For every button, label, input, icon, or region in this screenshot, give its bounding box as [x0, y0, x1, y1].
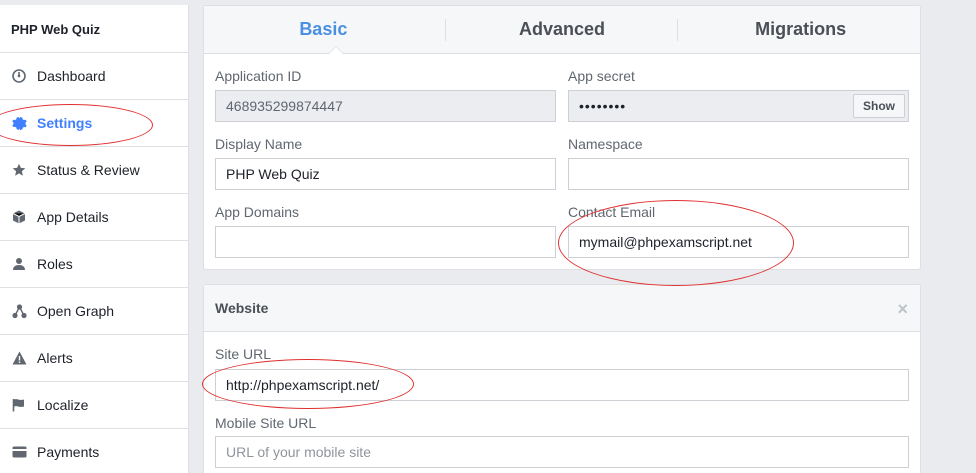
namespace-label: Namespace: [568, 136, 643, 152]
show-secret-button[interactable]: Show: [853, 94, 905, 118]
contact-email-field[interactable]: [568, 226, 909, 258]
tab-divider: [445, 19, 446, 41]
app-id-label: Application ID: [215, 68, 302, 84]
sidebar-item-roles[interactable]: Roles: [0, 241, 188, 288]
tab-basic[interactable]: Basic: [204, 6, 443, 53]
display-name-field[interactable]: [215, 158, 556, 190]
sidebar-item-app-details[interactable]: App Details: [0, 194, 188, 241]
sidebar-item-label: Dashboard: [37, 68, 106, 84]
person-icon: [11, 256, 27, 272]
sidebar-item-label: Roles: [37, 256, 73, 272]
sidebar-item-payments[interactable]: Payments: [0, 429, 188, 473]
settings-tabs: Basic Advanced Migrations: [204, 6, 920, 54]
display-name-input[interactable]: [226, 166, 545, 182]
close-icon[interactable]: ×: [897, 299, 908, 320]
sidebar-item-status-review[interactable]: Status & Review: [0, 147, 188, 194]
app-secret-field: •••••••• Show: [568, 90, 909, 122]
site-url-label: Site URL: [215, 346, 272, 362]
app-id-field: 468935299874447: [215, 90, 556, 122]
star-icon: [11, 162, 27, 178]
site-url-input[interactable]: [226, 377, 898, 393]
sidebar-item-label: Status & Review: [37, 162, 140, 178]
sidebar-item-open-graph[interactable]: Open Graph: [0, 288, 188, 335]
app-domains-label: App Domains: [215, 204, 300, 220]
gear-icon: [11, 115, 27, 131]
mobile-site-url-field[interactable]: [215, 436, 909, 468]
warning-icon: [11, 350, 27, 366]
sidebar-item-label: App Details: [37, 209, 109, 225]
sidebar-item-label: Open Graph: [37, 303, 115, 319]
website-header: Website ×: [204, 285, 920, 332]
app-id-value: 468935299874447: [226, 98, 343, 114]
app-domains-input[interactable]: [226, 234, 545, 250]
cube-icon: [11, 209, 27, 225]
mobile-site-url-input[interactable]: [226, 444, 898, 460]
app-title: PHP Web Quiz: [0, 5, 188, 53]
sidebar-item-localize[interactable]: Localize: [0, 382, 188, 429]
tab-divider: [677, 19, 678, 41]
flag-icon: [11, 397, 27, 413]
mobile-site-url-label: Mobile Site URL: [215, 415, 317, 431]
sidebar-item-label: Settings: [37, 115, 93, 131]
sidebar-item-label: Payments: [37, 444, 100, 460]
contact-email-input[interactable]: [579, 234, 898, 250]
namespace-input[interactable]: [579, 166, 898, 182]
app-secret-label: App secret: [568, 68, 635, 84]
sidebar-item-dashboard[interactable]: Dashboard: [0, 53, 188, 100]
app-secret-masked-value: ••••••••: [579, 98, 627, 114]
tab-advanced[interactable]: Advanced: [443, 6, 682, 53]
dashboard-icon: [11, 68, 27, 84]
contact-email-label: Contact Email: [568, 204, 656, 220]
namespace-field[interactable]: [568, 158, 909, 190]
website-title: Website: [215, 300, 269, 316]
tab-migrations[interactable]: Migrations: [681, 6, 920, 53]
graph-icon: [11, 303, 27, 319]
website-panel: Website × Site URL Mobile Site URL: [203, 284, 921, 473]
basic-settings-panel: Basic Advanced Migrations Application ID…: [203, 5, 921, 270]
sidebar-item-label: Alerts: [37, 350, 73, 366]
sidebar-item-label: Localize: [37, 397, 89, 413]
active-tab-caret-fill: [329, 47, 343, 54]
sidebar: PHP Web Quiz Dashboard Settings Status &…: [0, 5, 189, 473]
site-url-field[interactable]: [215, 369, 909, 401]
display-name-label: Display Name: [215, 136, 303, 152]
sidebar-item-alerts[interactable]: Alerts: [0, 335, 188, 382]
credit-card-icon: [11, 444, 27, 460]
app-domains-field[interactable]: [215, 226, 556, 258]
sidebar-item-settings[interactable]: Settings: [0, 100, 188, 147]
